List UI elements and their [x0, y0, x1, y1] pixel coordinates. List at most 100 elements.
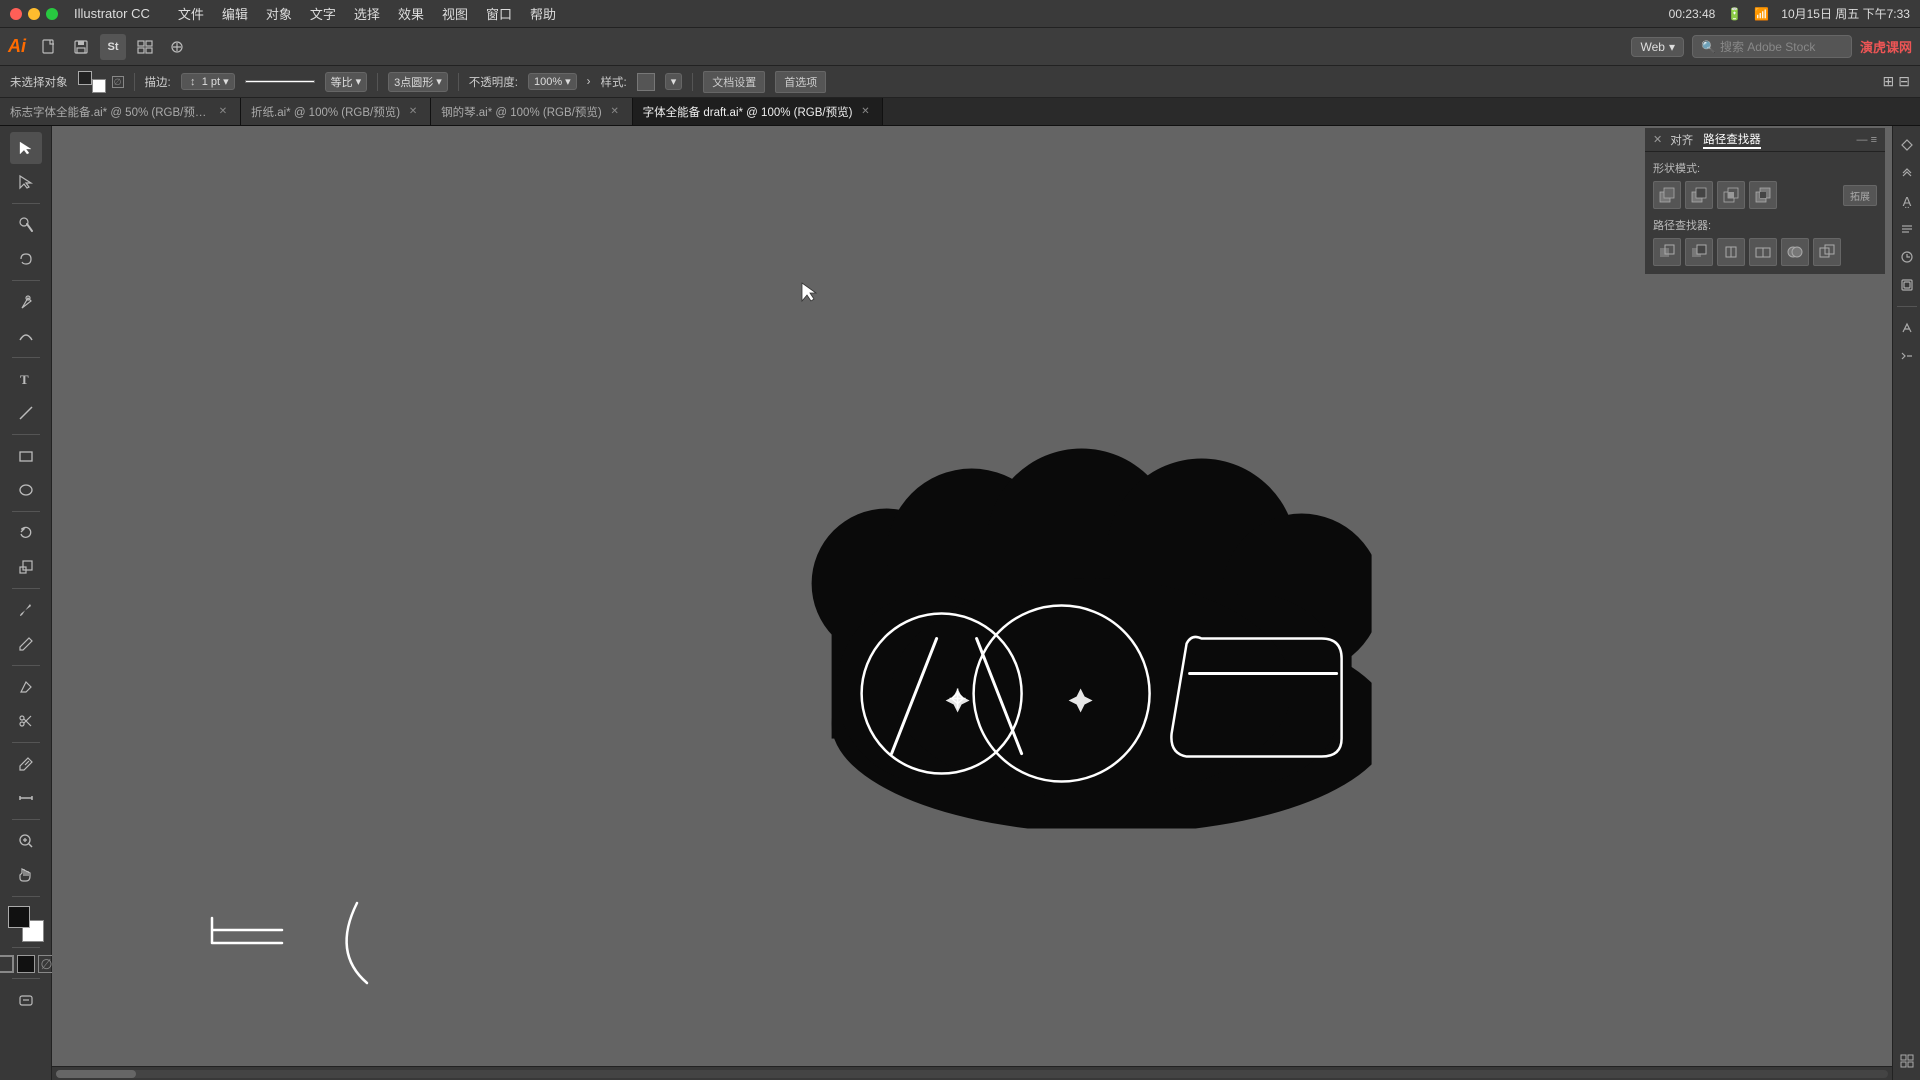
tab-3[interactable]: 字体全能备 draft.ai* @ 100% (RGB/预览) ✕	[633, 98, 884, 125]
distribute-icon[interactable]: ⊟	[1898, 73, 1910, 90]
search-bar[interactable]: 🔍 搜索 Adobe Stock	[1692, 35, 1852, 58]
tool-direct-select[interactable]	[10, 166, 42, 198]
menu-select[interactable]: 选择	[346, 2, 388, 25]
date-label: 10月15日 周五 下午7:33	[1781, 5, 1910, 22]
tool-hand[interactable]	[10, 859, 42, 891]
fill-swatch[interactable]	[78, 71, 92, 85]
opacity-dropdown[interactable]: 100% ▾	[528, 73, 577, 90]
right-panel-icon-grid[interactable]	[1896, 1050, 1918, 1072]
tab-0-label: 标志字体全能备.ai* @ 50% (RGB/预览)	[10, 104, 210, 120]
right-panel-icon-0[interactable]	[1896, 134, 1918, 156]
tab-2[interactable]: 钢的琴.ai* @ 100% (RGB/预览) ✕	[431, 98, 633, 125]
menu-window[interactable]: 窗口	[478, 2, 520, 25]
pathfinder-btn-5[interactable]	[1813, 238, 1841, 266]
tool-ellipse[interactable]	[10, 474, 42, 506]
tab-0-close[interactable]: ✕	[216, 105, 230, 119]
pathfinder-btn-1[interactable]	[1685, 238, 1713, 266]
menu-edit[interactable]: 编辑	[214, 2, 256, 25]
stroke-icon[interactable]	[0, 955, 14, 973]
none-swatch[interactable]: ∅	[112, 76, 124, 88]
tool-type[interactable]: T	[10, 363, 42, 395]
tool-lasso[interactable]	[10, 243, 42, 275]
right-panel-icon-6[interactable]	[1896, 317, 1918, 339]
pathfinder-btn-4[interactable]	[1781, 238, 1809, 266]
tool-scale[interactable]	[10, 551, 42, 583]
clock: 00:23:48	[1669, 7, 1716, 21]
tool-rectangle[interactable]	[10, 440, 42, 472]
save-button[interactable]	[68, 34, 94, 60]
view-toggle[interactable]	[132, 34, 158, 60]
tool-eraser[interactable]	[10, 671, 42, 703]
menu-view[interactable]: 视图	[434, 2, 476, 25]
right-panel-icon-2[interactable]: A̤	[1896, 190, 1918, 212]
menu-object[interactable]: 对象	[258, 2, 300, 25]
tab-3-close[interactable]: ✕	[858, 105, 872, 119]
shape-mode-add[interactable]	[1653, 181, 1681, 209]
search-icon: 🔍	[1701, 40, 1716, 54]
minimize-button[interactable]	[28, 8, 40, 20]
arrange-button[interactable]	[164, 34, 190, 60]
tool-zoom[interactable]	[10, 825, 42, 857]
right-panel-icon-4[interactable]	[1896, 246, 1918, 268]
tool-pencil[interactable]	[10, 628, 42, 660]
stroke-label: 描边:	[145, 74, 171, 90]
pathfinder-btn-2[interactable]	[1717, 238, 1745, 266]
tool-line[interactable]	[10, 397, 42, 429]
maximize-button[interactable]	[46, 8, 58, 20]
align-icon[interactable]: ⊞	[1883, 73, 1895, 90]
st-button[interactable]: St	[100, 34, 126, 60]
foreground-swatch[interactable]	[8, 906, 30, 928]
menu-help[interactable]: 帮助	[522, 2, 564, 25]
tool-magic-wand[interactable]	[10, 209, 42, 241]
right-panel-icon-7[interactable]	[1896, 345, 1918, 367]
doc-setup-button[interactable]: 文档设置	[703, 71, 765, 93]
preferences-button[interactable]: 首选项	[775, 71, 826, 93]
right-panel-icon-3[interactable]	[1896, 218, 1918, 240]
panel-collapse[interactable]: — ≡	[1857, 134, 1877, 146]
tab-1[interactable]: 折纸.ai* @ 100% (RGB/预览) ✕	[241, 98, 431, 125]
shape-mode-subtract[interactable]	[1685, 181, 1713, 209]
tab-2-close[interactable]: ✕	[608, 105, 622, 119]
color-swatches[interactable]	[8, 906, 44, 942]
tool-measure[interactable]	[10, 782, 42, 814]
stroke-swatch[interactable]	[92, 79, 106, 93]
expand-button[interactable]: 拓展	[1843, 185, 1877, 206]
tab-1-close[interactable]: ✕	[406, 105, 420, 119]
pathfinder-tab[interactable]: 路径查找器	[1703, 131, 1761, 149]
stroke-type-dropdown[interactable]: 等比 ▾	[325, 72, 368, 92]
workspace-dropdown[interactable]: Web ▾	[1631, 37, 1684, 57]
tool-eyedropper[interactable]	[10, 748, 42, 780]
shape-mode-intersect[interactable]	[1717, 181, 1745, 209]
right-panel-icon-5[interactable]	[1896, 274, 1918, 296]
menu-file[interactable]: 文件	[170, 2, 212, 25]
menu-effect[interactable]: 效果	[390, 2, 432, 25]
pathfinder-btn-0[interactable]	[1653, 238, 1681, 266]
close-button[interactable]	[10, 8, 22, 20]
style-preview	[637, 73, 655, 91]
tool-pen[interactable]	[10, 286, 42, 318]
tool-rotate[interactable]	[10, 517, 42, 549]
tab-0[interactable]: 标志字体全能备.ai* @ 50% (RGB/预览) ✕	[0, 98, 241, 125]
canvas-area[interactable]: .main-shape { fill: #0a0a0a; } .white-st…	[52, 126, 1892, 1066]
pathfinder-btn-3[interactable]	[1749, 238, 1777, 266]
new-doc-button[interactable]	[36, 34, 62, 60]
tool-curvature[interactable]	[10, 320, 42, 352]
right-panel-icon-1[interactable]	[1896, 162, 1918, 184]
style-dropdown[interactable]: ▾	[665, 73, 683, 90]
bottom-scrollbar[interactable]	[52, 1066, 1892, 1080]
ai-logo: Ai	[8, 36, 26, 57]
fill-icon[interactable]	[17, 955, 35, 973]
tool-symbol[interactable]	[10, 984, 42, 1016]
shape-mode-exclude[interactable]	[1749, 181, 1777, 209]
panel-close[interactable]: ✕	[1653, 133, 1662, 146]
tool-select[interactable]	[10, 132, 42, 164]
align-tab[interactable]: 对齐	[1670, 132, 1693, 148]
tool-brush[interactable]	[10, 594, 42, 626]
stroke-shape-dropdown[interactable]: 3点圆形 ▾	[388, 72, 448, 92]
h-scrollbar-track[interactable]	[56, 1070, 1888, 1078]
stroke-weight-dropdown[interactable]: ↕ 1 pt ▾	[181, 73, 235, 90]
h-scrollbar-thumb[interactable]	[56, 1070, 136, 1078]
tool-scissors[interactable]	[10, 705, 42, 737]
search-placeholder: 搜索 Adobe Stock	[1720, 38, 1815, 55]
menu-text[interactable]: 文字	[302, 2, 344, 25]
